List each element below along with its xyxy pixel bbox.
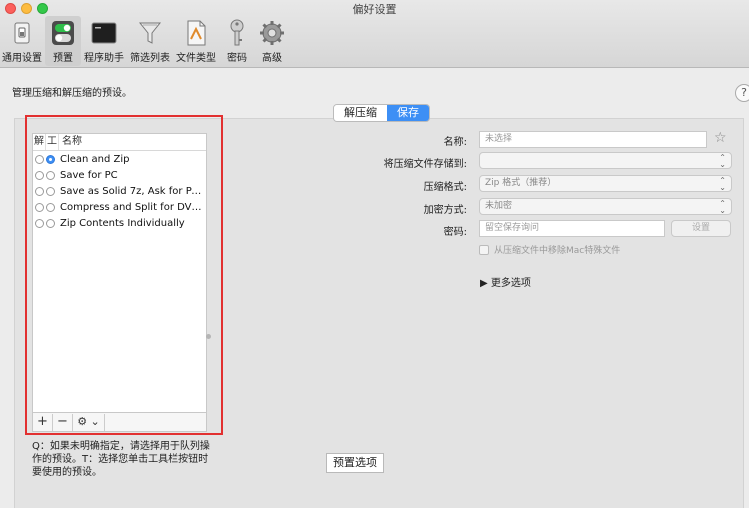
updown-icon: ⌃ ⌄ bbox=[719, 176, 726, 192]
tool-radio[interactable] bbox=[46, 170, 55, 180]
more-options-disclosure[interactable]: ▶ 更多选项 bbox=[480, 274, 531, 289]
set-password-button[interactable]: 设置 bbox=[671, 220, 731, 237]
extract-radio[interactable] bbox=[35, 154, 44, 164]
document-icon bbox=[183, 19, 209, 47]
extract-radio[interactable] bbox=[35, 202, 44, 212]
toolbar-password[interactable]: 密码 bbox=[222, 16, 252, 66]
tool-radio[interactable] bbox=[46, 186, 55, 196]
list-item[interactable]: Clean and Zip bbox=[33, 151, 206, 167]
tool-radio[interactable] bbox=[46, 218, 55, 228]
name-field[interactable]: 未选择 bbox=[479, 131, 707, 148]
list-item[interactable]: Save for PC bbox=[33, 167, 206, 183]
updown-icon: ⌃ ⌄ bbox=[719, 153, 726, 169]
column-extract-header[interactable]: 解 bbox=[33, 134, 46, 150]
gear-icon bbox=[259, 19, 285, 47]
column-tool-header[interactable]: 工 bbox=[46, 134, 59, 150]
tab-save[interactable]: 保存 bbox=[387, 105, 429, 121]
terminal-icon bbox=[91, 19, 117, 47]
split-handle[interactable] bbox=[206, 334, 211, 339]
preset-list: 解 工 名称 Clean and Zip Save for PC Save as… bbox=[32, 133, 207, 413]
encryption-label: 加密方式: bbox=[423, 205, 467, 216]
tab-extract[interactable]: 解压缩 bbox=[334, 105, 387, 121]
toggle-icon bbox=[50, 19, 76, 47]
extract-radio[interactable] bbox=[35, 218, 44, 228]
tool-radio[interactable] bbox=[46, 154, 55, 164]
key-icon bbox=[224, 19, 250, 47]
password-field[interactable]: 留空保存询问 bbox=[479, 220, 665, 237]
save-to-select[interactable]: ⌃ ⌄ bbox=[479, 152, 732, 169]
name-label: 名称: bbox=[443, 137, 467, 148]
remove-preset-button[interactable]: − bbox=[53, 413, 73, 431]
title-bar: 偏好设置 通用设置 预置 程序助手 筛选列表 文件类型 密码 高级 bbox=[0, 0, 749, 68]
toolbar-general[interactable]: 通用设置 bbox=[2, 16, 42, 66]
preset-options-button[interactable]: 预置选项 bbox=[326, 453, 384, 473]
extract-radio[interactable] bbox=[35, 170, 44, 180]
star-icon[interactable]: ☆ bbox=[714, 130, 727, 146]
remove-mac-files-option[interactable]: 从压缩文件中移除Mac特殊文件 bbox=[479, 243, 620, 256]
page-description: 管理压缩和解压缩的预设。 bbox=[12, 88, 132, 99]
funnel-icon bbox=[137, 19, 163, 47]
save-to-label: 将压缩文件存储到: bbox=[383, 159, 467, 170]
tool-radio[interactable] bbox=[46, 202, 55, 212]
mode-tabs: 解压缩 保存 bbox=[333, 104, 430, 122]
format-label: 压缩格式: bbox=[423, 182, 467, 193]
toolbar-advanced[interactable]: 高级 bbox=[256, 16, 288, 66]
updown-icon: ⌃ ⌄ bbox=[719, 199, 726, 215]
list-item[interactable]: Save as Solid 7z, Ask for Pass... bbox=[33, 183, 206, 199]
list-item[interactable]: Zip Contents Individually bbox=[33, 215, 206, 231]
list-item[interactable]: Compress and Split for DVD (... bbox=[33, 199, 206, 215]
preset-note: Q：如果未明确指定，请选择用于队列操作的预设。T：选择您单击工具栏按钮时要使用的… bbox=[32, 441, 210, 478]
list-header: 解 工 名称 bbox=[33, 134, 206, 151]
column-name-header[interactable]: 名称 bbox=[59, 134, 82, 150]
help-button[interactable]: ? bbox=[735, 84, 749, 102]
format-select[interactable]: Zip 格式（推荐） ⌃ ⌄ bbox=[479, 175, 732, 192]
password-label: 密码: bbox=[443, 227, 467, 238]
toolbar-file-types[interactable]: 文件类型 bbox=[175, 16, 217, 66]
window-title: 偏好设置 bbox=[352, 3, 397, 16]
toolbar-presets[interactable]: 预置 bbox=[45, 16, 81, 66]
preset-action-menu[interactable]: ⚙ ⌄ bbox=[73, 413, 105, 431]
encryption-select[interactable]: 未加密 ⌃ ⌄ bbox=[479, 198, 732, 215]
remove-mac-files-checkbox[interactable] bbox=[479, 244, 489, 255]
extract-radio[interactable] bbox=[35, 186, 44, 196]
toolbar-helpers[interactable]: 程序助手 bbox=[83, 16, 125, 66]
toolbar-filters[interactable]: 筛选列表 bbox=[129, 16, 171, 66]
add-preset-button[interactable]: + bbox=[33, 413, 53, 431]
list-footer: + − ⚙ ⌄ bbox=[32, 413, 207, 432]
switch-icon bbox=[9, 19, 35, 47]
